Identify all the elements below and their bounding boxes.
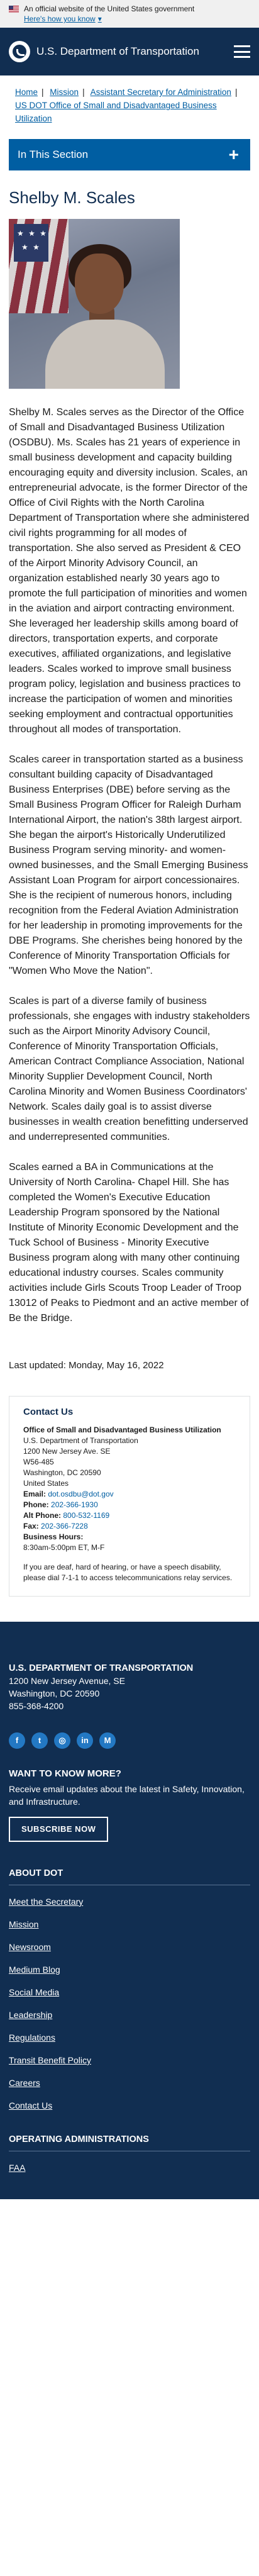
breadcrumb-separator: | [82, 87, 85, 97]
us-flag-icon [9, 5, 19, 13]
alt-phone-link[interactable]: 800-532-1169 [63, 1511, 109, 1520]
site-footer: U.S. DEPARTMENT OF TRANSPORTATION 1200 N… [0, 1622, 259, 2199]
gov-banner-text: An official website of the United States… [24, 4, 195, 13]
facebook-icon[interactable]: f [9, 1732, 25, 1749]
site-logo[interactable]: U.S. Department of Transportation [9, 41, 199, 62]
breadcrumb-mission[interactable]: Mission [50, 87, 79, 97]
last-updated: Last updated: Monday, May 16, 2022 [9, 1360, 164, 1371]
bio-paragraph: Scales earned a BA in Communications at … [9, 1162, 249, 1324]
footer-link-leadership[interactable]: Leadership [9, 2010, 52, 2020]
email-label: Email: [23, 1490, 47, 1498]
contact-address-line: W56-485 [23, 1458, 54, 1466]
twitter-icon[interactable]: t [31, 1732, 48, 1749]
dot-seal-icon [9, 41, 30, 62]
operating-admins-links: FAA [9, 2158, 250, 2180]
fax-link[interactable]: 202-366-7228 [41, 1522, 88, 1531]
breadcrumb-assistant-secretary[interactable]: Assistant Secretary for Administration [91, 87, 231, 97]
contact-office: Office of Small and Disadvantaged Busine… [23, 1425, 221, 1434]
page-title: Shelby M. Scales [9, 188, 135, 207]
footer-link-social-media[interactable]: Social Media [9, 1987, 59, 1997]
in-this-section-toggle[interactable]: In This Section + [9, 139, 250, 170]
contact-box: Contact Us Office of Small and Disadvant… [9, 1396, 250, 1597]
about-dot-heading: ABOUT DOT [9, 1867, 250, 1885]
footer-link-mission[interactable]: Mission [9, 1919, 38, 1929]
footer-phone: 855-368-4200 [9, 1701, 64, 1711]
footer-agency: U.S. DEPARTMENT OF TRANSPORTATION [9, 1663, 194, 1673]
know-more-text: Receive email updates about the latest i… [9, 1784, 245, 1807]
hours-value: 8:30am-5:00pm ET, M-F [23, 1543, 105, 1552]
email-link[interactable]: dot.osdbu@dot.gov [48, 1490, 113, 1498]
how-you-know-label: Here's how you know [24, 14, 96, 23]
footer-address-line: Washington, DC 20590 [9, 1688, 100, 1698]
footer-link-contact-us[interactable]: Contact Us [9, 2100, 52, 2110]
contact-address-line: U.S. Department of Transportation [23, 1436, 138, 1445]
instagram-icon[interactable]: ◎ [54, 1732, 70, 1749]
contact-heading: Contact Us [23, 1407, 74, 1417]
relay-note: If you are deaf, hard of hearing, or hav… [23, 1563, 233, 1582]
footer-link-meet-secretary[interactable]: Meet the Secretary [9, 1897, 83, 1907]
menu-icon[interactable] [234, 45, 250, 58]
medium-icon[interactable]: M [99, 1732, 116, 1749]
phone-link[interactable]: 202-366-1930 [51, 1500, 98, 1509]
footer-link-transit-benefit[interactable]: Transit Benefit Policy [9, 2055, 91, 2065]
footer-address-line: 1200 New Jersey Avenue, SE [9, 1676, 125, 1686]
bio-paragraph: Scales career in transportation started … [9, 754, 248, 976]
footer-link-faa[interactable]: FAA [9, 2163, 25, 2173]
alt-phone-label: Alt Phone: [23, 1511, 61, 1520]
site-header: U.S. Department of Transportation [0, 28, 259, 75]
linkedin-icon[interactable]: in [77, 1732, 93, 1749]
contact-address-line: 1200 New Jersey Ave. SE [23, 1447, 111, 1456]
contact-address-line: United States [23, 1479, 69, 1488]
footer-link-careers[interactable]: Careers [9, 2078, 40, 2088]
in-this-section-label: In This Section [18, 148, 89, 160]
how-you-know-link[interactable]: Here's how you know ▾ [24, 14, 102, 24]
breadcrumb-home[interactable]: Home [15, 87, 38, 97]
chevron-down-icon: ▾ [97, 14, 102, 23]
plus-icon: + [228, 145, 239, 164]
hours-label: Business Hours: [23, 1532, 84, 1541]
fax-label: Fax: [23, 1522, 39, 1531]
breadcrumb-osdbu[interactable]: US DOT Office of Small and Disadvantaged… [15, 101, 217, 123]
about-dot-links: Meet the Secretary Mission Newsroom Medi… [9, 1892, 250, 2118]
logo-text: U.S. Department of Transportation [36, 45, 199, 57]
bio-paragraph: Scales is part of a diverse family of bu… [9, 996, 250, 1142]
breadcrumb-separator: | [41, 87, 44, 97]
know-more-heading: WANT TO KNOW MORE? [9, 1768, 121, 1779]
footer-link-newsroom[interactable]: Newsroom [9, 1942, 51, 1952]
breadcrumb: Home | Mission | Assistant Secretary for A… [0, 75, 259, 133]
bio-paragraph: Shelby M. Scales serves as the Director … [9, 407, 250, 735]
bio-content: Shelby M. Scales serves as the Director … [0, 389, 259, 1326]
footer-link-regulations[interactable]: Regulations [9, 2032, 55, 2043]
footer-link-medium-blog[interactable]: Medium Blog [9, 1965, 60, 1975]
operating-admins-heading: OPERATING ADMINISTRATIONS [9, 2133, 250, 2151]
social-links: f t ◎ in M [9, 1732, 250, 1749]
gov-banner: An official website of the United States… [0, 0, 259, 28]
contact-address-line: Washington, DC 20590 [23, 1468, 101, 1477]
phone-label: Phone: [23, 1500, 49, 1509]
portrait-photo [9, 219, 180, 389]
breadcrumb-separator: | [234, 87, 238, 97]
subscribe-button[interactable]: SUBSCRIBE NOW [9, 1817, 109, 1842]
